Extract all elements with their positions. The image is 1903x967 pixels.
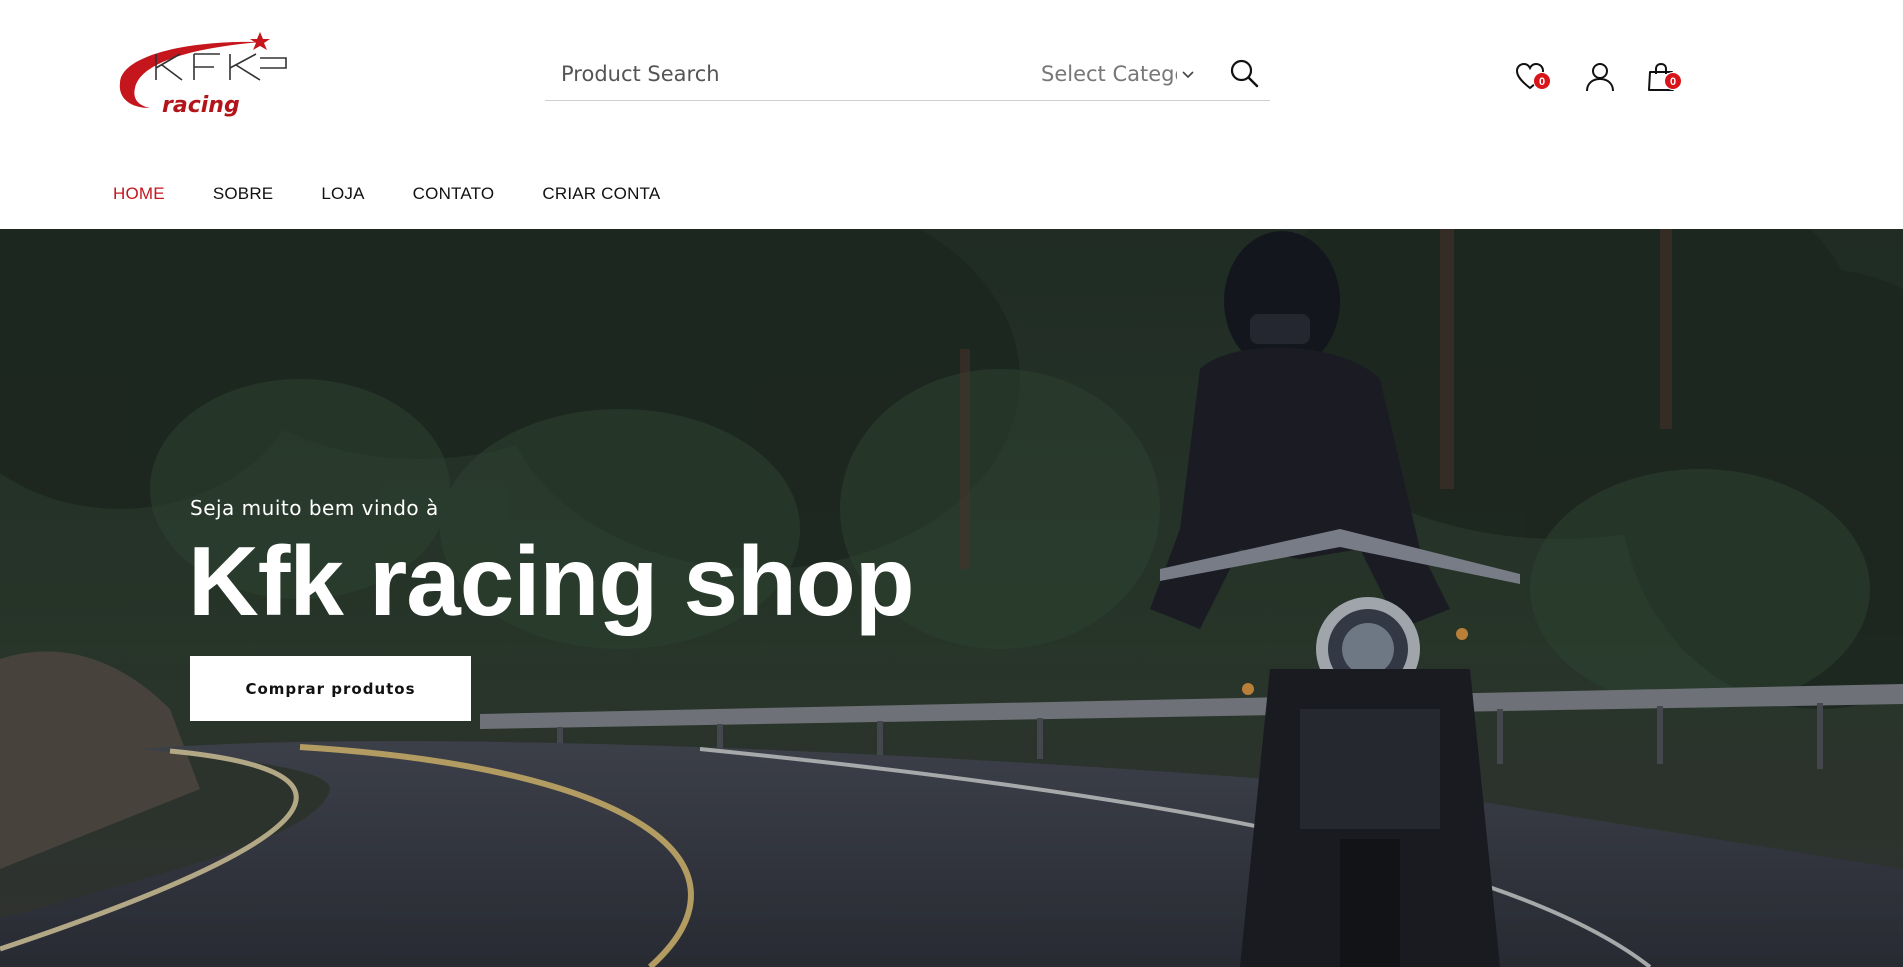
hero-banner: Seja muito bem vindo à Kfk racing shop C… [0, 229, 1903, 967]
category-select[interactable]: Select Category [1041, 60, 1211, 88]
nav-item-criar-conta[interactable]: CRIAR CONTA [542, 184, 660, 204]
search-bar: Select Category [545, 50, 1270, 101]
nav-item-home[interactable]: HOME [113, 184, 165, 204]
nav-item-contato[interactable]: CONTATO [413, 184, 495, 204]
nav-item-loja[interactable]: LOJA [321, 184, 364, 204]
hero-title: Kfk racing shop [188, 526, 915, 636]
wishlist-button[interactable]: 0 [1515, 62, 1551, 96]
svg-text:racing: racing [162, 93, 240, 118]
hero-subtitle: Seja muito bem vindo à [190, 496, 439, 520]
category-select-label: Select Category [1041, 62, 1177, 86]
kfk-racing-logo[interactable]: racing [110, 28, 296, 122]
search-button[interactable] [1225, 54, 1263, 92]
cart-button[interactable]: 0 [1646, 62, 1682, 96]
account-button[interactable] [1585, 62, 1619, 96]
site-header: racing Select Category 0 [0, 0, 1903, 229]
nav-item-sobre[interactable]: SOBRE [213, 184, 274, 204]
shop-products-button[interactable]: Comprar produtos [190, 656, 471, 721]
search-icon [1230, 59, 1259, 88]
cart-count-badge: 0 [1664, 72, 1682, 90]
chevron-down-icon [1182, 71, 1194, 79]
main-nav: HOME SOBRE LOJA CONTATO CRIAR CONTA [113, 184, 708, 204]
search-input[interactable] [545, 50, 1015, 98]
user-icon [1586, 63, 1614, 92]
wishlist-count-badge: 0 [1533, 72, 1551, 90]
